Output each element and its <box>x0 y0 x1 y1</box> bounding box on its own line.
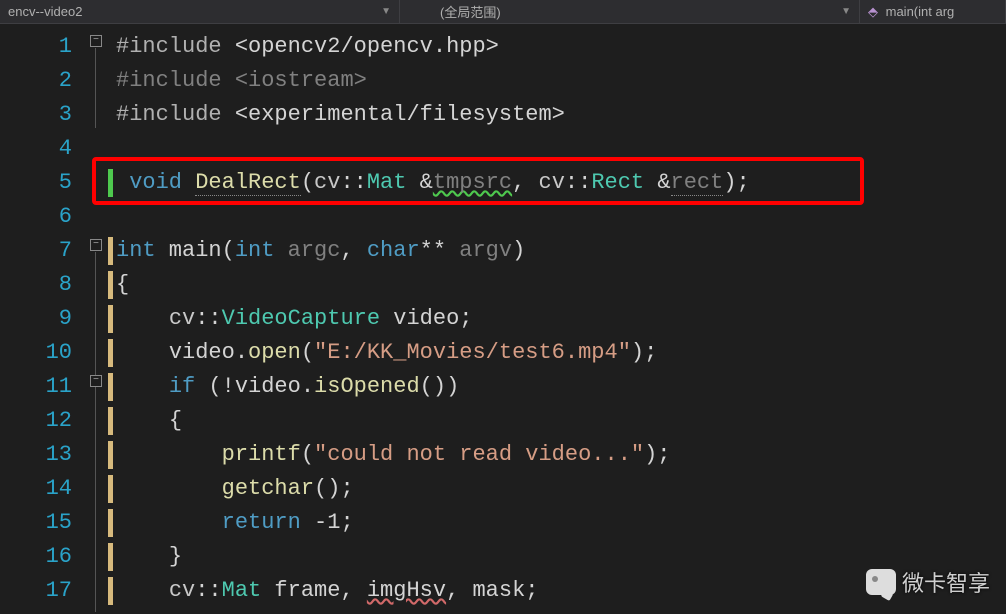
change-indicator <box>108 373 113 401</box>
change-indicator <box>108 577 113 605</box>
fold-guide <box>95 252 96 612</box>
code-line[interactable]: #include <iostream> <box>116 64 1006 98</box>
wechat-icon <box>866 569 896 595</box>
code-line[interactable]: { <box>116 404 1006 438</box>
line-number: 1 <box>0 30 72 64</box>
chevron-down-icon: ▼ <box>841 6 851 17</box>
line-number: 7 <box>0 234 72 268</box>
line-number-gutter: 1 2 3 4 5 6 7 8 9 10 11 12 13 14 15 16 1… <box>0 24 90 614</box>
change-indicator <box>108 237 113 265</box>
code-editor[interactable]: 1 2 3 4 5 6 7 8 9 10 11 12 13 14 15 16 1… <box>0 24 1006 614</box>
member-label: main(int arg <box>886 4 955 19</box>
code-line[interactable]: video.open("E:/KK_Movies/test6.mp4"); <box>116 336 1006 370</box>
line-number: 13 <box>0 438 72 472</box>
code-line[interactable]: cv::VideoCapture video; <box>116 302 1006 336</box>
line-number: 2 <box>0 64 72 98</box>
change-indicator <box>108 509 113 537</box>
line-number: 15 <box>0 506 72 540</box>
line-number: 8 <box>0 268 72 302</box>
line-number: 11 <box>0 370 72 404</box>
fold-toggle[interactable]: − <box>90 375 102 387</box>
change-indicator <box>108 441 113 469</box>
code-line[interactable]: void DealRect(cv::Mat &tmpsrc, cv::Rect … <box>116 166 1006 200</box>
line-number: 6 <box>0 200 72 234</box>
line-number: 10 <box>0 336 72 370</box>
line-number: 14 <box>0 472 72 506</box>
code-line[interactable]: printf("could not read video..."); <box>116 438 1006 472</box>
code-area[interactable]: #include <opencv2/opencv.hpp> #include <… <box>116 24 1006 614</box>
function-icon: ⬘ <box>868 4 878 19</box>
change-indicator <box>108 475 113 503</box>
line-number: 9 <box>0 302 72 336</box>
project-dropdown[interactable]: encv--video2 ▼ <box>0 0 400 23</box>
change-indicator <box>108 543 113 571</box>
change-indicator <box>108 271 113 299</box>
change-indicator <box>108 339 113 367</box>
line-number: 5 <box>0 166 72 200</box>
watermark-text: 微卡智享 <box>902 566 990 598</box>
line-number: 4 <box>0 132 72 166</box>
code-line[interactable]: return -1; <box>116 506 1006 540</box>
fold-toggle[interactable]: − <box>90 239 102 251</box>
line-number: 17 <box>0 574 72 608</box>
navigation-bar: encv--video2 ▼ (全局范围) ▼ ⬘ main(int arg <box>0 0 1006 24</box>
chevron-down-icon: ▼ <box>381 6 391 17</box>
scope-label: (全局范围) <box>440 2 501 21</box>
member-dropdown[interactable]: ⬘ main(int arg <box>860 0 1006 23</box>
change-indicator <box>108 305 113 333</box>
change-indicator <box>108 169 113 197</box>
change-indicator <box>108 407 113 435</box>
line-number: 16 <box>0 540 72 574</box>
code-line[interactable]: int main(int argc, char** argv) <box>116 234 1006 268</box>
code-line[interactable]: if (!video.isOpened()) <box>116 370 1006 404</box>
fold-guide <box>95 48 96 128</box>
code-line[interactable]: getchar(); <box>116 472 1006 506</box>
code-line[interactable]: #include <opencv2/opencv.hpp> <box>116 30 1006 64</box>
scope-dropdown[interactable]: (全局范围) ▼ <box>400 0 860 23</box>
code-line[interactable] <box>116 200 1006 234</box>
fold-toggle[interactable]: − <box>90 35 102 47</box>
project-name: encv--video2 <box>8 4 82 19</box>
watermark: 微卡智享 <box>866 566 990 598</box>
code-line[interactable]: #include <experimental/filesystem> <box>116 98 1006 132</box>
code-line[interactable]: { <box>116 268 1006 302</box>
code-line[interactable] <box>116 132 1006 166</box>
line-number: 12 <box>0 404 72 438</box>
line-number: 3 <box>0 98 72 132</box>
